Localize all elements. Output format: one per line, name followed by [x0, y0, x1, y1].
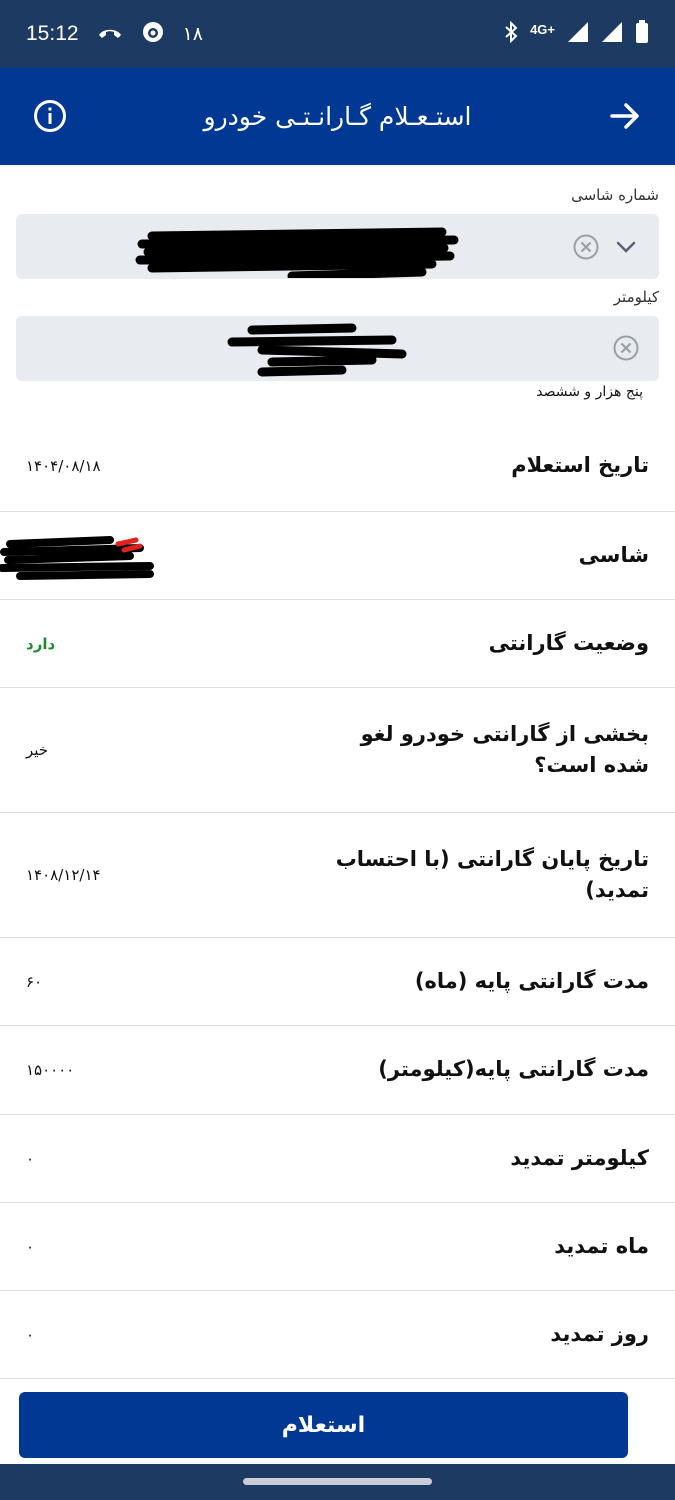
row-label: شاسی — [578, 542, 649, 567]
chassis-select[interactable] — [16, 214, 659, 279]
row-label: کیلومتر تمدید — [510, 1145, 649, 1170]
clear-icon[interactable] — [572, 233, 600, 261]
row-label: روز تمدید — [550, 1321, 649, 1346]
bluetooth-icon — [504, 20, 518, 47]
km-input[interactable] — [16, 316, 659, 381]
row-value: ۱۵۰۰۰۰ — [26, 1061, 75, 1079]
row-value: ۶۰ — [26, 972, 43, 991]
navigation-bar — [0, 1464, 675, 1500]
table-row: روز تمدید ۰ — [0, 1291, 675, 1379]
row-value: ۱۴۰۴/۰۸/۱۸ — [26, 456, 101, 475]
table-row: کیلومتر تمدید ۰ — [0, 1115, 675, 1203]
arrow-right-icon — [610, 103, 639, 129]
app-notification-icon — [141, 20, 165, 48]
km-helper-text: پنج هزار و ششصد — [536, 384, 643, 400]
row-value: ۱۴۰۸/۱۲/۱۴ — [26, 866, 101, 884]
row-value: ۰ — [26, 1237, 35, 1256]
home-gesture-handle[interactable] — [243, 1478, 432, 1485]
battery-icon — [635, 20, 649, 48]
redacted-km — [227, 323, 407, 377]
inquiry-button[interactable]: استعلام — [19, 1392, 628, 1458]
app-bar: استـعـلام گـارانـتـی خودرو — [0, 68, 675, 165]
km-label: کیلومتر — [613, 288, 659, 306]
row-label: مدت گارانتی پایه (ماه) — [414, 968, 649, 993]
table-row: تاریخ استعلام ۱۴۰۴/۰۸/۱۸ — [0, 420, 675, 512]
signal-icon-2 — [601, 21, 623, 47]
row-label: تاریخ پایان گارانتی (با احتساب تمدید) — [335, 846, 649, 903]
back-button[interactable] — [605, 96, 645, 136]
status-bar: 15:12 ۱۸ 4G+ — [0, 0, 675, 68]
status-time: 15:12 — [26, 22, 79, 45]
table-row: مدت گارانتی پایه(کیلومتر) ۱۵۰۰۰۰ — [0, 1026, 675, 1115]
row-value: خیر — [26, 741, 49, 759]
chevron-down-icon[interactable] — [614, 235, 638, 259]
page-title: استـعـلام گـارانـتـی خودرو — [203, 102, 472, 131]
table-row: بخشی از گارانتی خودرو لغو شده است؟ خیر — [0, 688, 675, 813]
redacted-chassis — [135, 227, 459, 278]
table-row: مدت گارانتی پایه (ماه) ۶۰ — [0, 938, 675, 1026]
table-row: ماه تمدید ۰ — [0, 1203, 675, 1291]
table-row: وضعیت گارانتی دارد — [0, 600, 675, 688]
clear-icon[interactable] — [612, 334, 640, 362]
network-type: 4G+ — [530, 21, 555, 37]
row-value: ۰ — [26, 1149, 35, 1168]
signal-icon — [567, 21, 589, 47]
table-row: شاسی — [0, 512, 675, 600]
notification-count: ۱۸ — [182, 23, 203, 45]
row-label: ماه تمدید — [554, 1233, 649, 1258]
row-label: تاریخ استعلام — [511, 452, 649, 477]
redacted-chassis-value — [0, 536, 154, 580]
row-label: بخشی از گارانتی خودرو لغو شده است؟ — [360, 721, 649, 778]
row-label: وضعیت گارانتی — [488, 630, 649, 655]
row-value: ۰ — [26, 1325, 35, 1344]
table-row: تاریخ پایان گارانتی (با احتساب تمدید) ۱۴… — [0, 813, 675, 938]
chassis-label: شماره شاسی — [571, 186, 659, 204]
warranty-status-value: دارد — [26, 634, 56, 653]
call-icon — [97, 25, 123, 44]
row-label: مدت گارانتی پایه(کیلومتر) — [378, 1057, 649, 1082]
